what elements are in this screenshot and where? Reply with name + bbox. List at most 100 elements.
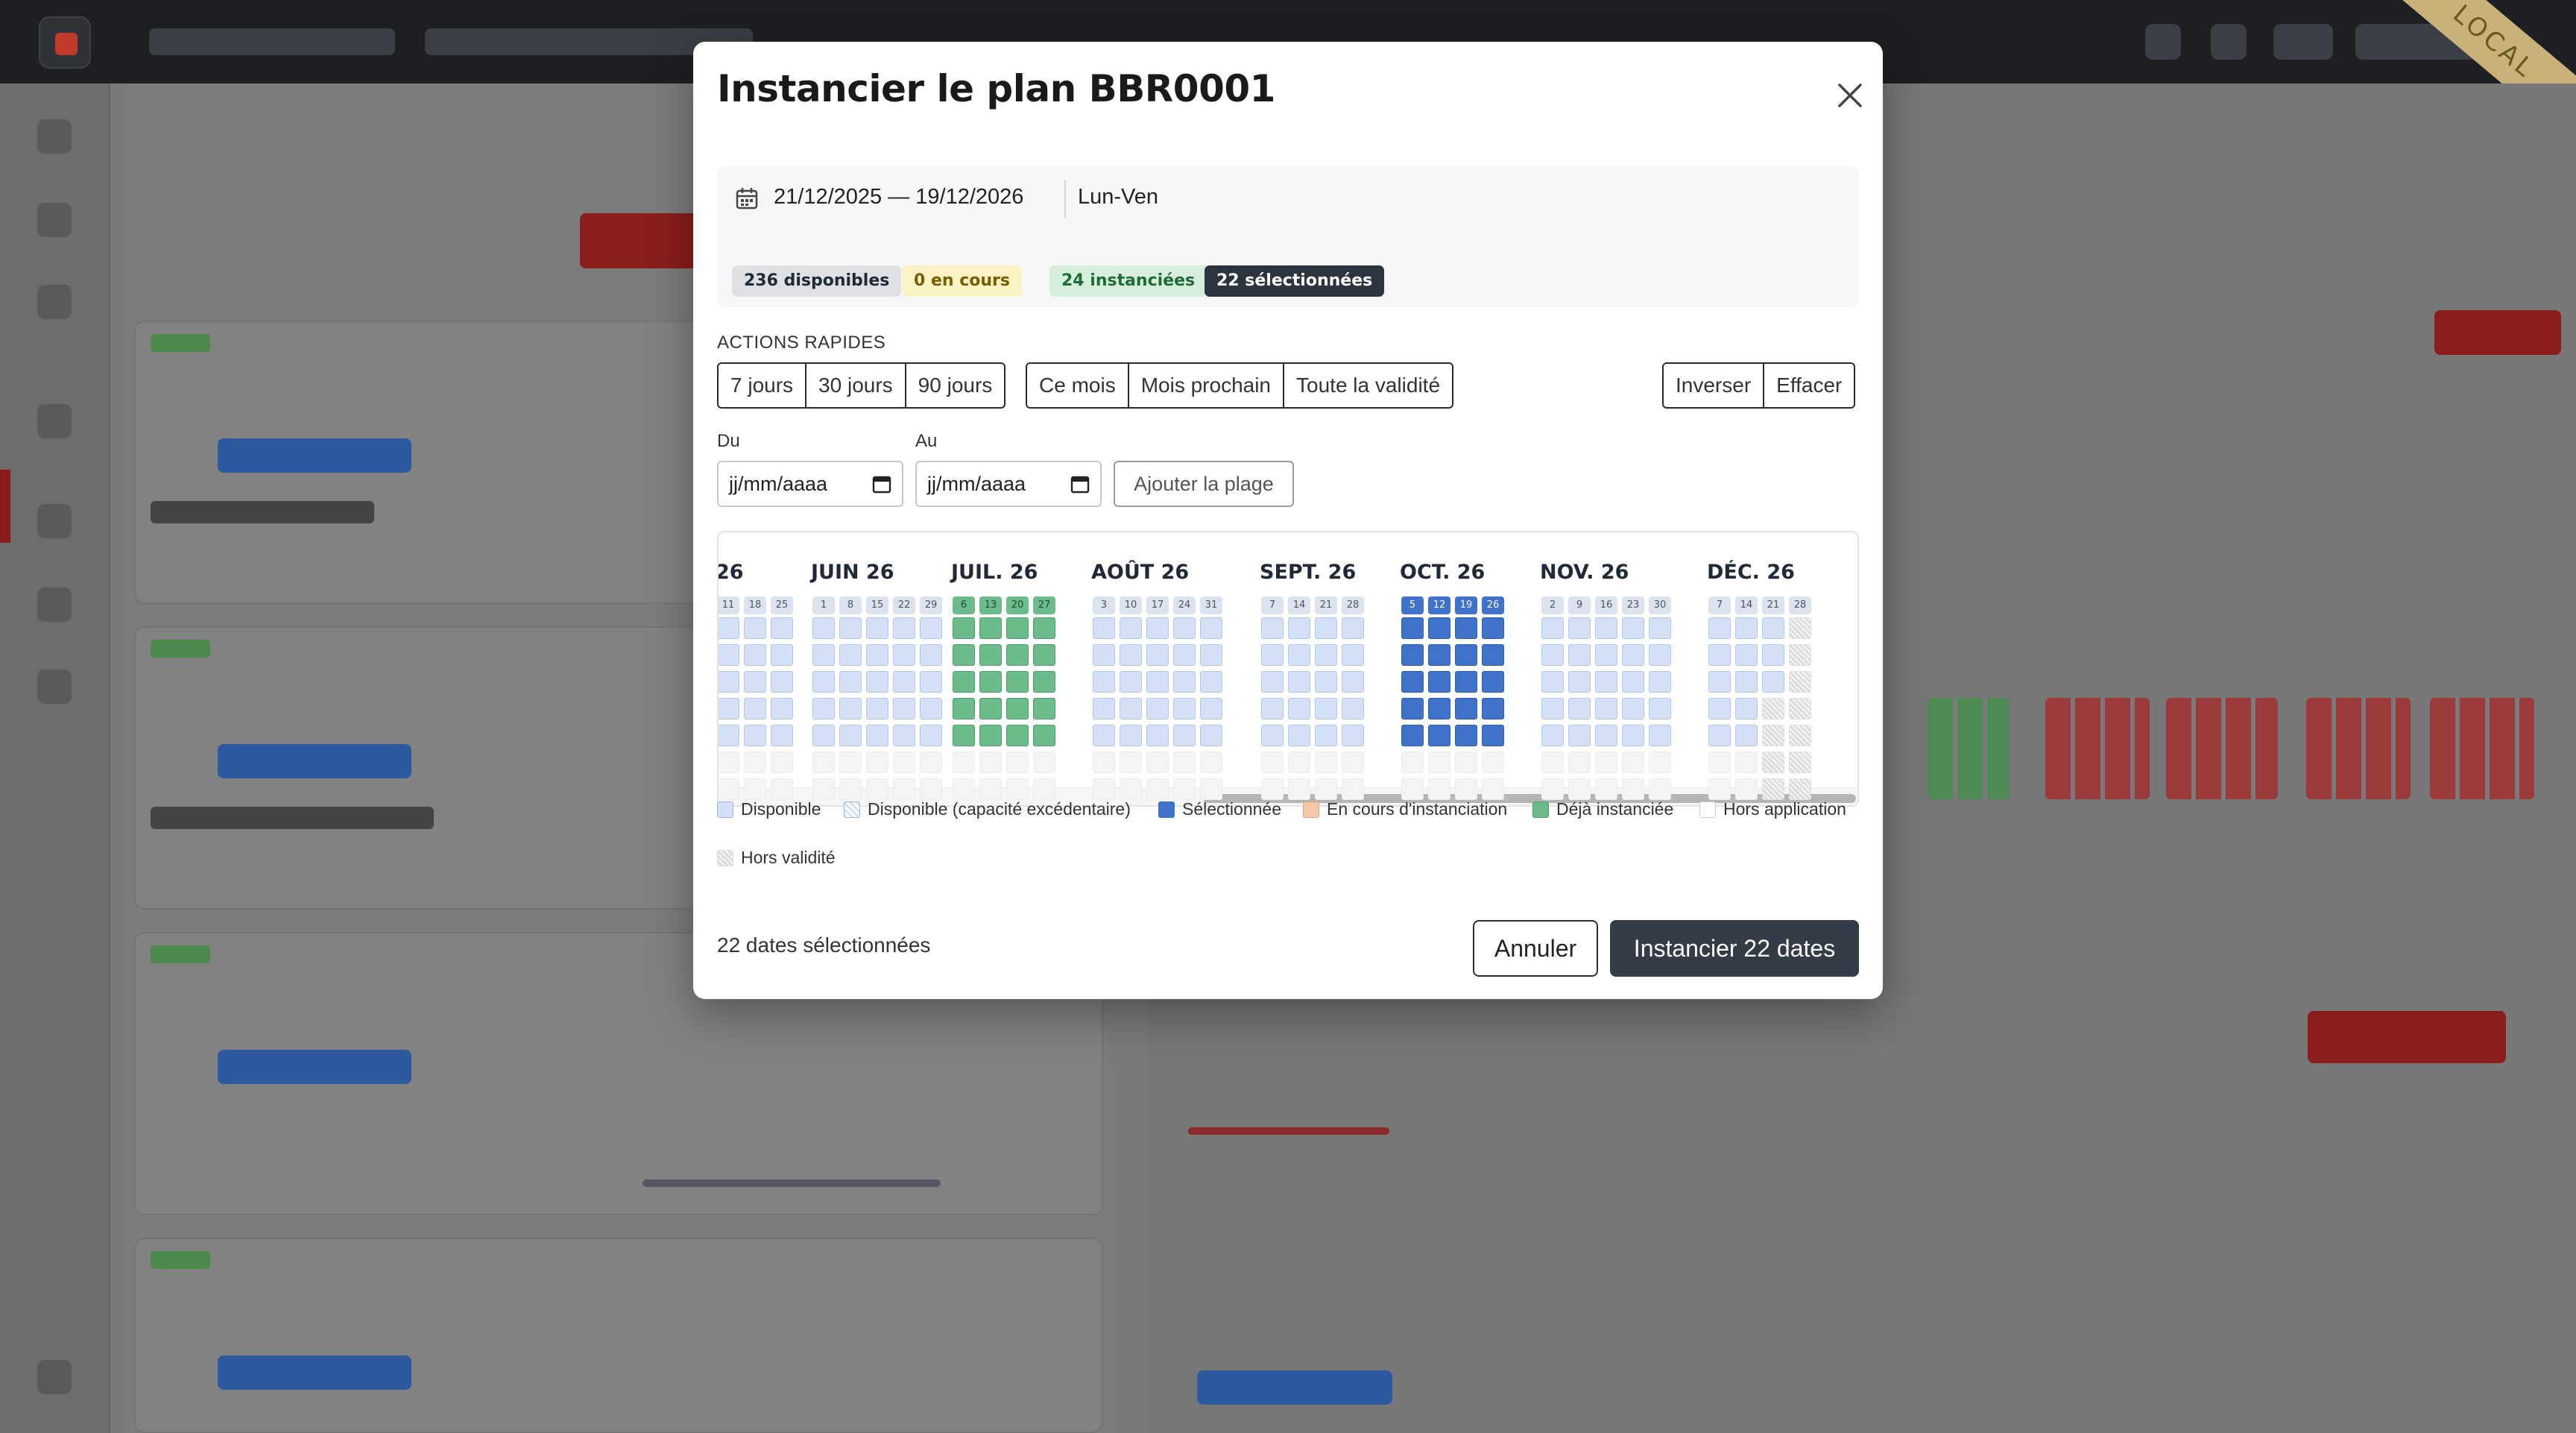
- day-cell[interactable]: [1261, 698, 1284, 719]
- week-label[interactable]: 29: [920, 596, 942, 614]
- breadcrumb-placeholder[interactable]: [149, 28, 395, 55]
- day-cell[interactable]: [920, 698, 942, 719]
- day-cell[interactable]: [1708, 698, 1731, 719]
- day-cell[interactable]: [1173, 617, 1196, 639]
- day-cell[interactable]: [1482, 698, 1504, 719]
- week-label[interactable]: 10: [1120, 596, 1142, 614]
- week-label[interactable]: 14: [1735, 596, 1758, 614]
- day-cell[interactable]: [1622, 671, 1644, 693]
- day-cell[interactable]: [1622, 644, 1644, 666]
- day-cell[interactable]: [1006, 644, 1029, 666]
- day-cell[interactable]: [1006, 725, 1029, 746]
- day-cell[interactable]: [1482, 725, 1504, 746]
- day-cell[interactable]: [1315, 617, 1337, 639]
- day-cell[interactable]: [1541, 644, 1564, 666]
- day-cell[interactable]: [1146, 698, 1169, 719]
- day-cell[interactable]: [1541, 725, 1564, 746]
- day-cell[interactable]: [1342, 617, 1364, 639]
- instantiate-button[interactable]: Instancier 22 dates: [1610, 920, 1859, 977]
- day-cell[interactable]: [1146, 671, 1169, 693]
- week-label[interactable]: 17: [1146, 596, 1169, 614]
- day-cell[interactable]: [1455, 671, 1477, 693]
- invert-button[interactable]: Inverser: [1664, 364, 1765, 407]
- day-cell[interactable]: [1288, 698, 1310, 719]
- day-cell[interactable]: [1120, 617, 1142, 639]
- day-cell[interactable]: [771, 644, 793, 666]
- day-cell[interactable]: [1342, 671, 1364, 693]
- last-30-days-button[interactable]: 30 jours: [806, 364, 906, 407]
- day-cell[interactable]: [920, 644, 942, 666]
- day-cell[interactable]: [1622, 725, 1644, 746]
- day-cell[interactable]: [866, 671, 888, 693]
- notifications-icon[interactable]: [2145, 24, 2181, 60]
- app-logo[interactable]: [39, 16, 91, 69]
- week-label[interactable]: 2: [1541, 596, 1564, 614]
- week-label[interactable]: 8: [839, 596, 862, 614]
- day-cell[interactable]: [1541, 671, 1564, 693]
- day-cell[interactable]: [1342, 644, 1364, 666]
- day-cell[interactable]: [893, 617, 915, 639]
- day-cell[interactable]: [1120, 644, 1142, 666]
- day-cell[interactable]: [1261, 644, 1284, 666]
- list-icon[interactable]: [37, 670, 72, 704]
- day-cell[interactable]: [1568, 698, 1591, 719]
- day-cell[interactable]: [1261, 671, 1284, 693]
- day-cell[interactable]: [893, 644, 915, 666]
- day-cell[interactable]: [1033, 617, 1055, 639]
- day-cell[interactable]: [866, 644, 888, 666]
- day-cell[interactable]: [1649, 725, 1671, 746]
- week-label[interactable]: 9: [1568, 596, 1591, 614]
- week-label[interactable]: 6: [953, 596, 975, 614]
- week-label[interactable]: 22: [893, 596, 915, 614]
- chart-icon[interactable]: [37, 404, 72, 438]
- day-cell[interactable]: [979, 617, 1002, 639]
- day-cell[interactable]: [1568, 617, 1591, 639]
- day-cell[interactable]: [1541, 617, 1564, 639]
- day-cell[interactable]: [1261, 725, 1284, 746]
- to-date-input[interactable]: jj/mm/aaaa: [915, 461, 1102, 507]
- bg-red-button[interactable]: [2434, 310, 2561, 355]
- day-cell[interactable]: [953, 644, 975, 666]
- day-cell[interactable]: [812, 671, 835, 693]
- day-cell[interactable]: [744, 698, 766, 719]
- day-cell[interactable]: [1735, 671, 1758, 693]
- day-cell[interactable]: [1762, 617, 1784, 639]
- day-cell[interactable]: [1455, 644, 1477, 666]
- day-cell[interactable]: [1173, 698, 1196, 719]
- day-cell[interactable]: [1033, 725, 1055, 746]
- day-cell[interactable]: [1033, 644, 1055, 666]
- this-month-button[interactable]: Ce mois: [1027, 364, 1129, 407]
- next-month-button[interactable]: Mois prochain: [1129, 364, 1285, 407]
- week-label[interactable]: 23: [1622, 596, 1644, 614]
- day-cell[interactable]: [1428, 671, 1450, 693]
- day-cell[interactable]: [1315, 644, 1337, 666]
- day-cell[interactable]: [1200, 617, 1222, 639]
- week-label[interactable]: 14: [1288, 596, 1310, 614]
- week-label[interactable]: 27: [1033, 596, 1055, 614]
- week-label[interactable]: 26: [1482, 596, 1504, 614]
- day-cell[interactable]: [979, 671, 1002, 693]
- week-label[interactable]: 15: [866, 596, 888, 614]
- day-cell[interactable]: [839, 671, 862, 693]
- building-icon[interactable]: [37, 203, 72, 237]
- settings-icon[interactable]: [37, 1360, 72, 1394]
- week-label[interactable]: 5: [1401, 596, 1424, 614]
- map-icon[interactable]: [37, 504, 72, 538]
- day-cell[interactable]: [979, 698, 1002, 719]
- day-cell[interactable]: [893, 671, 915, 693]
- day-cell[interactable]: [719, 698, 739, 719]
- day-cell[interactable]: [1288, 644, 1310, 666]
- day-cell[interactable]: [1200, 671, 1222, 693]
- day-cell[interactable]: [1708, 671, 1731, 693]
- day-cell[interactable]: [1568, 671, 1591, 693]
- day-cell[interactable]: [1428, 725, 1450, 746]
- day-cell[interactable]: [1006, 671, 1029, 693]
- day-cell[interactable]: [1541, 698, 1564, 719]
- day-cell[interactable]: [1315, 698, 1337, 719]
- bg-red-button[interactable]: [580, 213, 699, 268]
- close-button[interactable]: [1828, 73, 1872, 118]
- home-icon[interactable]: [37, 119, 72, 154]
- bus-icon[interactable]: [37, 285, 72, 319]
- day-cell[interactable]: [744, 617, 766, 639]
- week-label[interactable]: 19: [1455, 596, 1477, 614]
